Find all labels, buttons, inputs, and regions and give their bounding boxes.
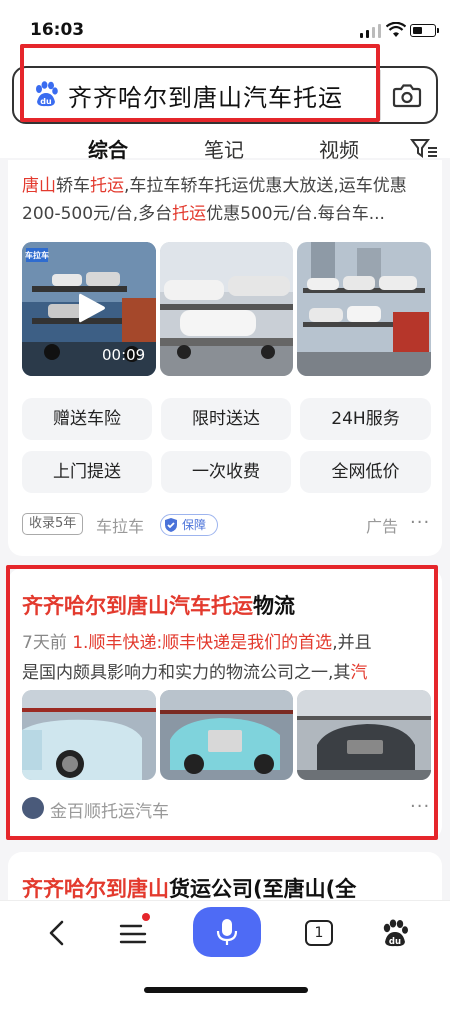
camera-icon[interactable]: [390, 79, 424, 111]
result3-title[interactable]: 齐齐哈尔到唐山货运公司(至唐山(全: [22, 873, 356, 903]
home-indicator: [144, 987, 308, 993]
status-time: 16:03: [30, 20, 85, 40]
tag-one-time-fee[interactable]: 一次收费: [161, 451, 291, 493]
svg-text:du: du: [389, 937, 401, 947]
play-icon[interactable]: [78, 292, 106, 324]
tab-all[interactable]: 综合: [88, 134, 128, 163]
result2-more-button[interactable]: ···: [410, 796, 430, 817]
search-divider: [380, 70, 381, 120]
notification-dot: [142, 913, 150, 921]
annotation-box-search: [20, 44, 380, 122]
ad-label: 广告: [366, 517, 399, 536]
video-duration: 00:09: [102, 346, 146, 364]
source-avatar: [22, 797, 44, 819]
result1-image-2[interactable]: [160, 242, 293, 376]
filter-icon[interactable]: [410, 137, 438, 159]
result2-image-2[interactable]: [160, 690, 293, 780]
back-icon[interactable]: [44, 918, 70, 948]
result2-title[interactable]: 齐齐哈尔到唐山汽车托运物流: [22, 590, 295, 620]
thumb-watermark: 车拉车: [25, 251, 49, 260]
result1-snippet: 唐山轿车托运,车拉车轿车托运优惠大放送,运车优惠200-500元/台,多台托运优…: [22, 176, 407, 224]
result1-more-button[interactable]: ···: [410, 512, 430, 533]
tab-video[interactable]: 视频: [319, 134, 359, 163]
menu-icon[interactable]: [118, 918, 148, 948]
guarantee-label: 保障: [182, 518, 207, 532]
result2-image-1[interactable]: [22, 690, 156, 780]
result2-image-3[interactable]: [297, 690, 431, 780]
microphone-icon: [216, 919, 238, 945]
tag-timed-delivery[interactable]: 限时送达: [161, 398, 291, 440]
indexed-years-badge: 收录5年: [22, 513, 84, 535]
battery-icon: [410, 24, 439, 37]
result2-snippet: 7天前 1.顺丰快递:顺丰快递是我们的首选,并且 是国内颇具影响力和实力的物流公…: [22, 633, 372, 683]
wifi-icon: [386, 22, 406, 37]
signal-icon: [360, 24, 382, 38]
tag-24h-service[interactable]: 24H服务: [300, 398, 431, 440]
result1-source[interactable]: 车拉车: [96, 513, 144, 537]
tag-lowest-price[interactable]: 全网低价: [300, 451, 431, 493]
result1-image-3[interactable]: [297, 242, 431, 376]
shield-check-icon: [165, 518, 177, 532]
baidu-home-icon[interactable]: du: [380, 918, 410, 948]
tab-notes[interactable]: 笔记: [204, 134, 244, 163]
tabs-count-button[interactable]: 1: [305, 920, 333, 946]
result2-source[interactable]: 金百顺托运汽车: [50, 797, 169, 822]
tag-door-pickup[interactable]: 上门提送: [22, 451, 152, 493]
tag-free-insurance[interactable]: 赠送车险: [22, 398, 152, 440]
